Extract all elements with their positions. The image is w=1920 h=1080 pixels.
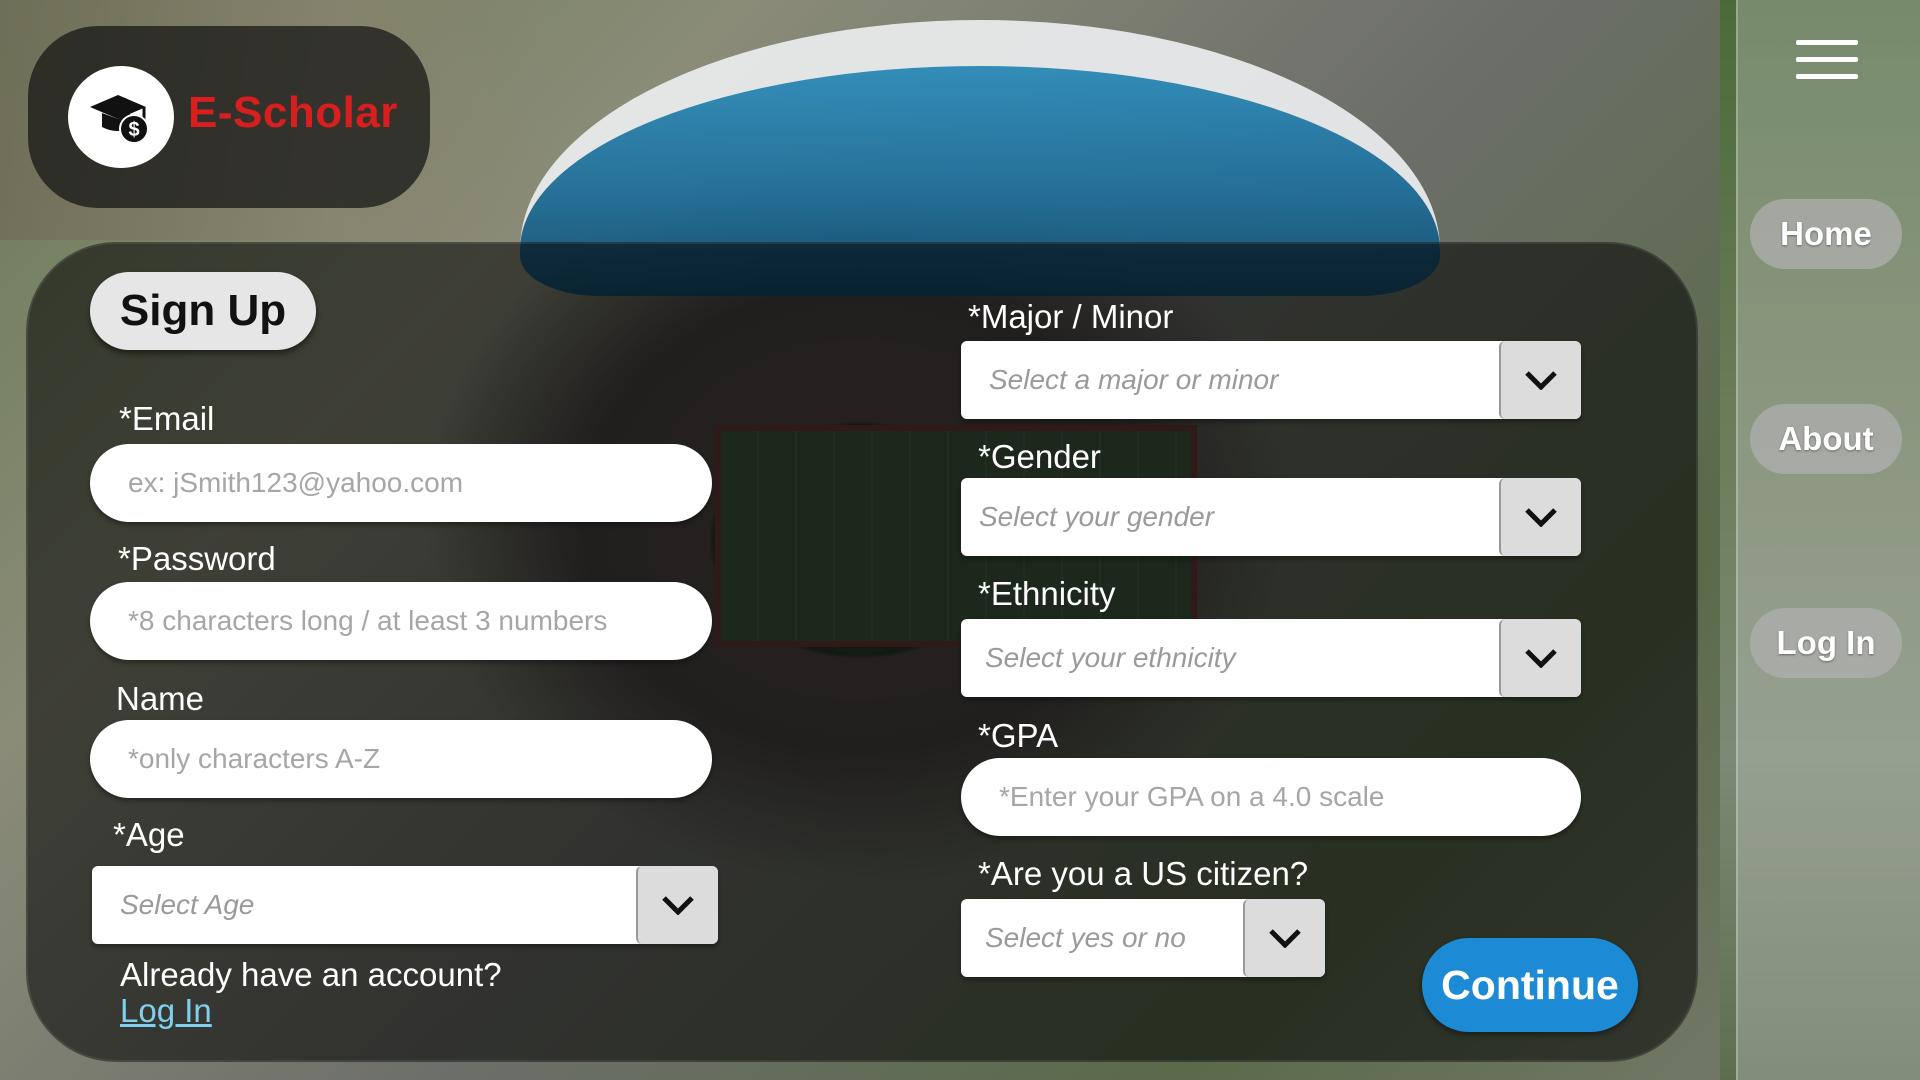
ethnicity-label: *Ethnicity [978,575,1116,612]
citizen-label: *Are you a US citizen? [978,855,1309,892]
gpa-label: *GPA [978,717,1059,754]
major-select-value: Select a major or minor [989,364,1279,395]
age-select[interactable]: Select Age [92,866,718,944]
hamburger-menu-icon[interactable] [1796,40,1858,80]
password-label: *Password [118,540,276,577]
name-field[interactable] [90,720,712,798]
gender-select-value: Select your gender [979,501,1215,532]
gpa-field[interactable] [961,758,1581,836]
age-select-value: Select Age [120,889,255,920]
chevron-down-icon[interactable] [1243,899,1325,977]
ethnicity-select-value: Select your ethnicity [985,642,1236,673]
name-label: Name [116,680,205,717]
chevron-down-icon[interactable] [636,866,718,944]
gender-select[interactable]: Select your gender [961,478,1581,556]
gender-label: *Gender [978,438,1101,475]
nav-home-button[interactable]: Home [1750,199,1902,269]
nav-about-button[interactable]: About [1750,404,1902,474]
login-link[interactable]: Log In [120,992,212,1030]
major-label: *Major / Minor [968,298,1174,335]
page-title: Sign Up [90,272,316,350]
already-have-account-text: Already have an account? [120,956,502,993]
svg-text:$: $ [128,119,139,141]
ethnicity-select[interactable]: Select your ethnicity [961,619,1581,697]
email-label: *Email [119,400,215,437]
citizen-select-value: Select yes or no [985,922,1186,953]
nav-login-button[interactable]: Log In [1750,608,1902,678]
major-select[interactable]: Select a major or minor [961,341,1581,419]
side-nav [1736,0,1920,1080]
password-field[interactable] [90,582,712,660]
chevron-down-icon[interactable] [1499,341,1581,419]
graduation-cap-dollar-icon: $ [68,66,174,168]
chevron-down-icon[interactable] [1499,478,1581,556]
email-field[interactable] [90,444,712,522]
brand-name: E-Scholar [188,88,398,137]
continue-button[interactable]: Continue [1422,938,1638,1032]
age-label: *Age [113,816,185,853]
chevron-down-icon[interactable] [1499,619,1581,697]
citizen-select[interactable]: Select yes or no [961,899,1325,977]
